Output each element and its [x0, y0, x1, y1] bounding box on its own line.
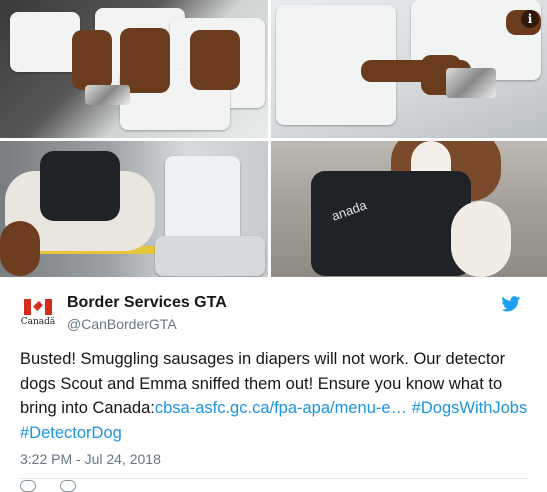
- hashtag-detectordog[interactable]: #DetectorDog: [20, 424, 122, 442]
- info-icon[interactable]: i: [521, 10, 539, 28]
- hashtag-dogswithjobs[interactable]: #DogsWithJobs: [412, 399, 528, 417]
- tweet-timestamp[interactable]: 3:22 PM - Jul 24, 2018: [20, 451, 161, 467]
- photo-detector-dog-scout[interactable]: [0, 141, 268, 277]
- account-handle[interactable]: @CanBorderGTA: [67, 316, 177, 332]
- reply-icon[interactable]: [20, 480, 36, 492]
- account-avatar[interactable]: Canadä: [20, 299, 56, 329]
- photo-detector-dog-emma[interactable]: anada: [271, 141, 547, 277]
- canada-flag-icon: [24, 299, 52, 315]
- photo-sausages-diapers-2[interactable]: i: [271, 0, 547, 138]
- tweet-text: Busted! Smuggling sausages in diapers wi…: [20, 347, 535, 445]
- account-name[interactable]: Border Services GTA: [67, 294, 227, 312]
- photo-sausages-diapers-1[interactable]: [0, 0, 268, 138]
- tweet-link[interactable]: cbsa-asfc.gc.ca/fpa-apa/menu-e…: [155, 399, 407, 417]
- tweet-photo-grid: i anada: [0, 0, 547, 277]
- retweet-icon[interactable]: [60, 480, 76, 492]
- twitter-bird-icon[interactable]: [501, 296, 521, 312]
- tweet-actions: [20, 480, 140, 492]
- divider: [20, 478, 527, 479]
- canada-wordmark: Canadä: [20, 317, 56, 327]
